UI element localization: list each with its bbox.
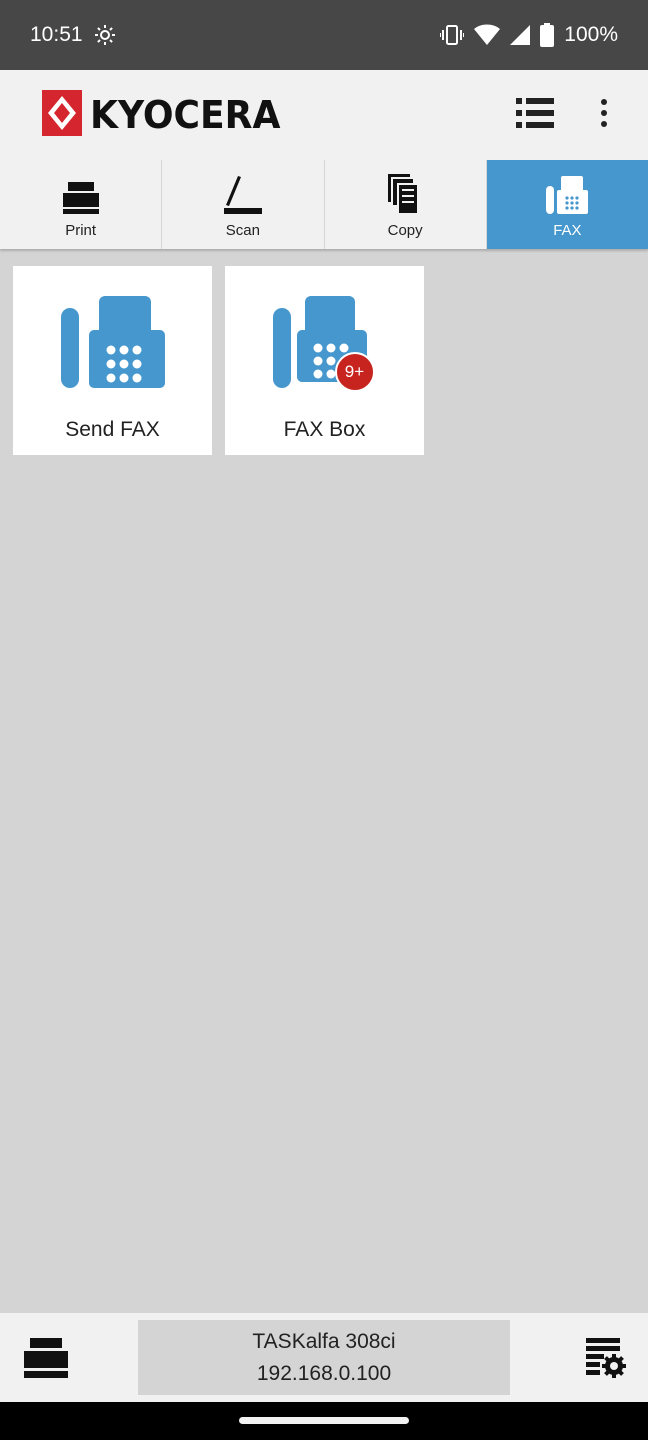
copy-icon <box>388 170 422 214</box>
list-view-icon <box>516 97 554 133</box>
fax-machine-icon <box>60 296 165 392</box>
fax-box-tile[interactable]: 9+ FAX Box <box>225 266 424 455</box>
tile-label: Send FAX <box>65 418 160 441</box>
function-tabs: Print Scan Copy FAX <box>0 160 648 249</box>
more-vert-icon <box>600 98 608 132</box>
home-gesture-handle[interactable] <box>239 1417 409 1424</box>
more-options-button[interactable] <box>600 98 608 132</box>
fax-tiles: Send FAX 9+ FAX Box <box>13 266 424 455</box>
notification-badge: 9+ <box>334 352 375 392</box>
header-actions <box>516 97 608 133</box>
status-bar: 10:51 100% <box>0 0 648 70</box>
printer-icon <box>62 170 99 214</box>
status-left: 10:51 <box>30 23 117 47</box>
device-settings-icon <box>584 1338 626 1382</box>
tab-copy[interactable]: Copy <box>325 160 487 249</box>
brand-logo: KYOCERA <box>42 89 290 141</box>
signal-icon <box>510 25 531 45</box>
tile-label: FAX Box <box>283 418 366 441</box>
vibrate-icon <box>440 24 465 46</box>
brand-name: KYOCERA <box>90 93 281 137</box>
bottom-bar: TASKalfa 308ci 192.168.0.100 <box>0 1313 648 1402</box>
device-settings-button[interactable] <box>584 1338 626 1383</box>
tab-scan[interactable]: Scan <box>162 160 325 249</box>
send-fax-tile[interactable]: Send FAX <box>13 266 212 455</box>
app-header: KYOCERA <box>0 70 648 160</box>
system-nav-bar <box>0 1402 648 1440</box>
fax-icon <box>546 170 589 214</box>
status-time: 10:51 <box>30 23 83 46</box>
selected-device[interactable]: TASKalfa 308ci 192.168.0.100 <box>138 1320 510 1395</box>
printer-icon <box>24 1338 68 1382</box>
wifi-icon <box>474 24 501 46</box>
printer-select-button[interactable] <box>24 1338 68 1383</box>
settings-gear-icon <box>93 23 117 47</box>
tab-label: FAX <box>553 222 582 239</box>
device-name: TASKalfa 308ci <box>252 1329 396 1353</box>
battery-percent: 100% <box>564 23 618 46</box>
tab-label: Scan <box>225 222 260 239</box>
tab-print[interactable]: Print <box>0 160 163 249</box>
tab-label: Print <box>65 222 97 239</box>
list-view-button[interactable] <box>516 97 554 133</box>
scanner-icon <box>223 170 262 214</box>
battery-icon <box>540 23 555 47</box>
kyocera-logo-icon <box>42 89 82 141</box>
fax-machine-icon: 9+ <box>272 296 377 392</box>
tab-fax[interactable]: FAX <box>486 160 648 249</box>
status-right: 100% <box>440 23 618 47</box>
tab-label: Copy <box>387 222 423 239</box>
device-ip: 192.168.0.100 <box>256 1361 392 1385</box>
